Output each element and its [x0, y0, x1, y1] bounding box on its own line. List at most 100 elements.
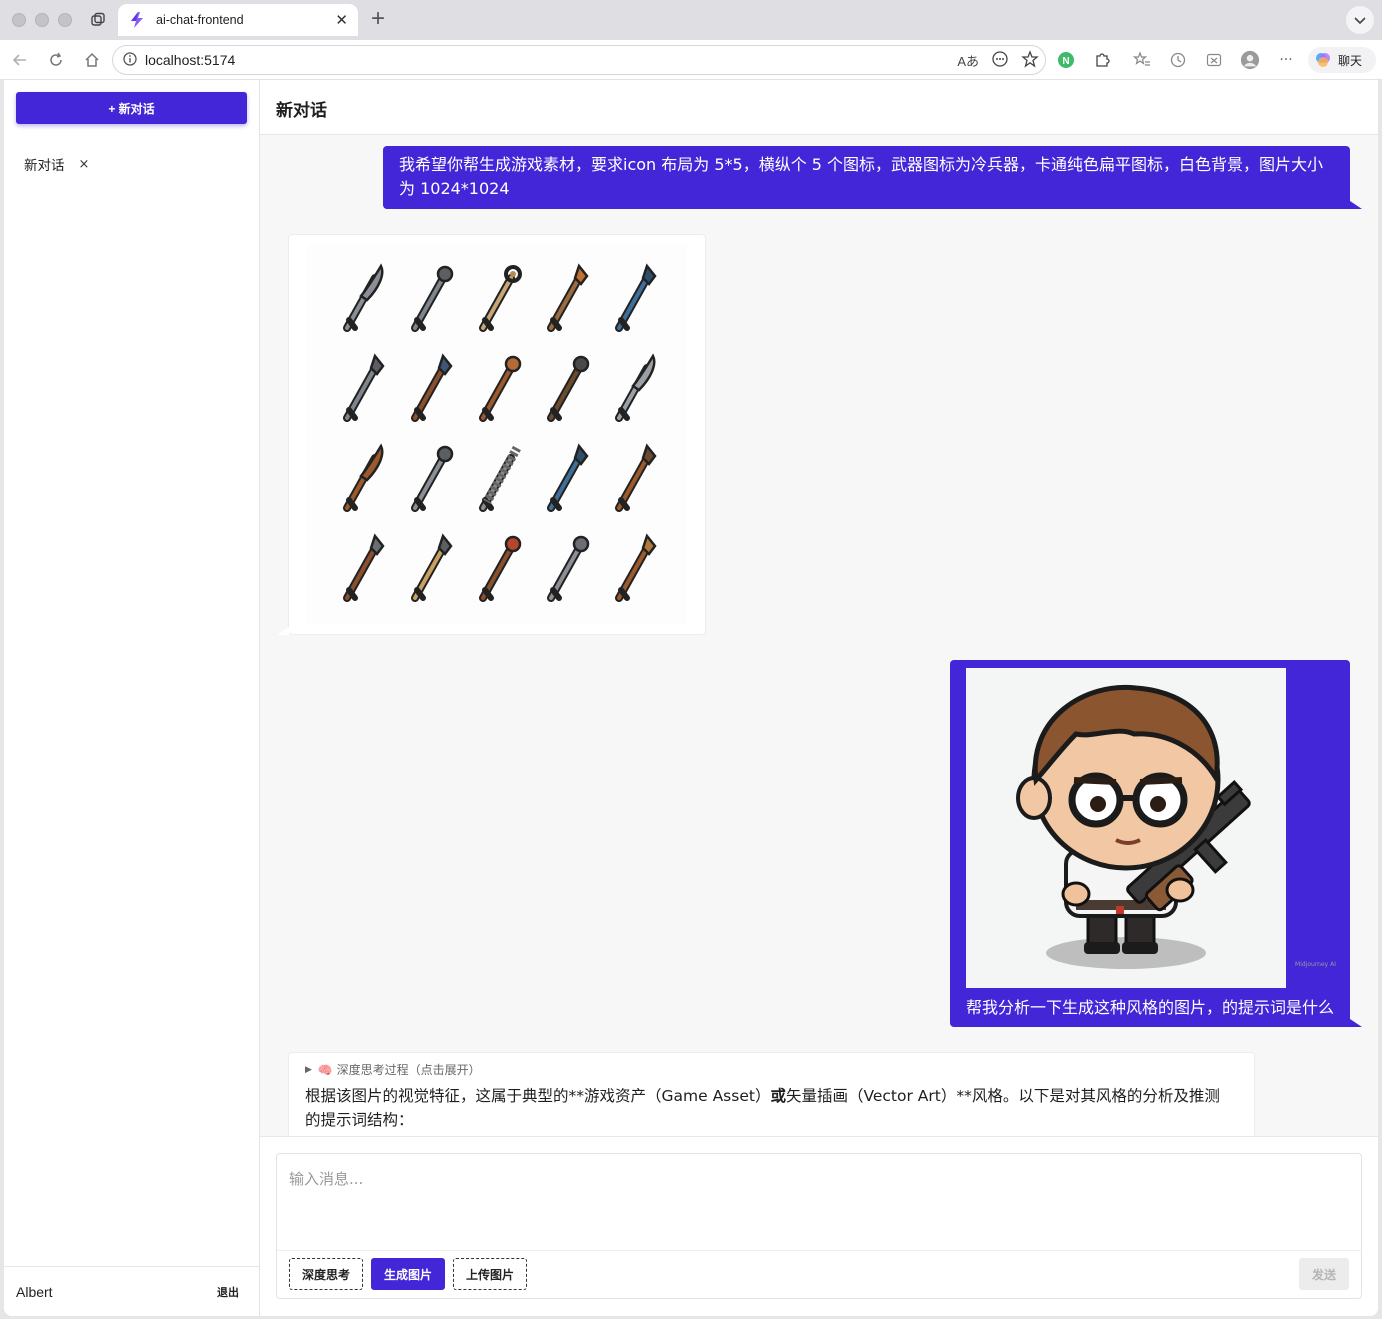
extensions-puzzle-icon[interactable]: [1092, 50, 1112, 70]
weapon-icon-graphic: [343, 443, 384, 512]
thinking-toggle[interactable]: ▶ 🧠 深度思考过程（点击展开）: [305, 1061, 1238, 1078]
upload-image-button[interactable]: 上传图片: [453, 1258, 528, 1290]
more-menu-icon[interactable]: ···: [1276, 50, 1296, 70]
back-arrow-icon[interactable]: [10, 50, 30, 70]
address-bar[interactable]: localhost:5174 Aあ: [112, 45, 1046, 75]
weapon-icon-graphic: [411, 265, 454, 332]
window-close-button[interactable]: [12, 13, 26, 27]
conversation-item[interactable]: 新对话 ×: [24, 154, 90, 175]
user-message: 我希望你帮生成游戏素材，要求icon 布局为 5*5，横纵个 5 个图标，武器图…: [383, 146, 1362, 209]
generate-image-button[interactable]: 生成图片: [371, 1258, 446, 1290]
extension-n-icon[interactable]: N: [1056, 50, 1076, 70]
tab-list-chevron-icon[interactable]: [1346, 6, 1374, 34]
app-window: + 新对话 新对话 × Albert 退出 新对话 我希望你帮生成游戏素材，要求…: [4, 80, 1378, 1316]
weapon-icon-graphic: [547, 443, 589, 512]
logout-button[interactable]: 退出: [217, 1284, 239, 1300]
tab-close-icon[interactable]: ✕: [335, 11, 348, 29]
weapon-icon: [327, 255, 395, 345]
composer: 深度思考 生成图片 上传图片 发送: [276, 1153, 1362, 1299]
weapon-icon: [395, 345, 463, 435]
weapon-icon-graphic: [343, 353, 385, 422]
expand-triangle-icon: ▶: [305, 1064, 312, 1075]
weapon-icon-graphic: [615, 443, 657, 512]
weapon-icon-graphic: [479, 355, 522, 422]
weapon-icon: [463, 525, 531, 615]
weapon-icon: [531, 345, 599, 435]
weapon-icon: [463, 345, 531, 435]
chat-title: 新对话: [260, 80, 1378, 135]
weapon-icon: [599, 435, 667, 525]
copilot-chat-button[interactable]: 聊天: [1308, 47, 1376, 73]
new-chat-button[interactable]: + 新对话: [16, 92, 247, 124]
weapon-icon-graphic: [479, 265, 522, 332]
weapon-icon-graphic: [615, 353, 656, 422]
weapon-icon: [463, 255, 531, 345]
assistant-message: [277, 234, 706, 635]
user-message-text: 帮我分析一下生成这种风格的图片，的提示词是什么: [966, 998, 1335, 1017]
url-text: localhost:5174: [145, 52, 236, 68]
browser-tab-bar: ai-chat-frontend ✕ +: [0, 0, 1382, 40]
weapon-icon-graphic: [479, 445, 521, 512]
weapon-icon-graphic: [343, 263, 384, 332]
profile-avatar-icon[interactable]: [1240, 50, 1260, 70]
message-input[interactable]: [277, 1154, 1361, 1250]
history-icon[interactable]: [1168, 50, 1188, 70]
chat-panel: 新对话 我希望你帮生成游戏素材，要求icon 布局为 5*5，横纵个 5 个图标…: [260, 80, 1378, 1316]
weapon-icon: [395, 435, 463, 525]
deep-think-button[interactable]: 深度思考: [289, 1258, 364, 1290]
assistant-answer: 根据该图片的视觉特征，这属于典型的**游戏资产（Game Asset）或矢量插画…: [305, 1087, 1220, 1129]
weapon-icon: [531, 525, 599, 615]
weapon-icon-graphic: [615, 533, 657, 602]
weapon-icon-graphic: [411, 445, 454, 512]
tab-title: ai-chat-frontend: [156, 13, 244, 27]
weapon-icon-graphic: [547, 355, 590, 422]
weapon-icon-graphic: [411, 353, 453, 422]
weapon-icon-graphic: [411, 533, 453, 602]
weapon-icon: [327, 435, 395, 525]
thinking-label: 🧠 深度思考过程（点击展开）: [317, 1063, 481, 1077]
cartoon-character-image[interactable]: [966, 668, 1286, 988]
tab-actions-icon[interactable]: [84, 6, 112, 34]
svg-text:N: N: [1062, 56, 1069, 67]
user-image-message: Midjourney AI 帮我分析一下生成这种风格的图片，的提示词是什么: [950, 660, 1362, 1027]
weapon-icon-graphic: [615, 263, 657, 332]
weapon-icon-graphic: [547, 535, 590, 602]
reload-icon[interactable]: [46, 50, 66, 70]
favorites-list-icon[interactable]: [1132, 50, 1152, 70]
site-info-icon[interactable]: [123, 51, 137, 69]
reader-mode-icon[interactable]: [991, 50, 1009, 71]
copilot-chat-label: 聊天: [1338, 53, 1363, 68]
conversation-delete-icon[interactable]: ×: [79, 157, 90, 172]
weapon-icon: [327, 345, 395, 435]
weapon-icon: [327, 525, 395, 615]
home-icon[interactable]: [82, 50, 102, 70]
weapon-icon-graphic: [547, 263, 589, 332]
weapon-icon: [599, 255, 667, 345]
conversation-title: 新对话: [24, 158, 65, 174]
copilot-icon: [1316, 53, 1330, 67]
translate-icon[interactable]: Aあ: [957, 51, 979, 70]
weapon-icon: [463, 435, 531, 525]
favorite-star-icon[interactable]: [1021, 50, 1039, 71]
weapon-icon: [531, 435, 599, 525]
weapon-icon: [531, 255, 599, 345]
user-name: Albert: [16, 1283, 53, 1300]
window-minimize-button[interactable]: [35, 13, 49, 27]
assistant-message: ▶ 🧠 深度思考过程（点击展开） 根据该图片的视觉特征，这属于典型的**游戏资产…: [288, 1052, 1255, 1142]
weapon-icon-graphic: [343, 533, 385, 602]
sidebar: + 新对话 新对话 × Albert 退出: [4, 80, 260, 1316]
browser-toolbar: localhost:5174 Aあ N ··· 聊天: [0, 40, 1382, 80]
image-watermark: Midjourney AI: [1295, 961, 1336, 968]
user-message-text: 我希望你帮生成游戏素材，要求icon 布局为 5*5，横纵个 5 个图标，武器图…: [399, 155, 1324, 198]
weapon-icon: [599, 525, 667, 615]
screenshot-icon[interactable]: [1204, 50, 1224, 70]
weapon-icon-grid-image[interactable]: [307, 245, 687, 625]
sidebar-footer: Albert 退出: [4, 1266, 259, 1316]
window-zoom-button[interactable]: [58, 13, 72, 27]
weapon-icon: [395, 525, 463, 615]
weapon-icon: [395, 255, 463, 345]
new-tab-button[interactable]: +: [366, 6, 390, 34]
browser-tab-active[interactable]: ai-chat-frontend ✕: [118, 4, 358, 36]
send-button[interactable]: 发送: [1299, 1258, 1349, 1290]
weapon-icon-graphic: [479, 535, 522, 602]
